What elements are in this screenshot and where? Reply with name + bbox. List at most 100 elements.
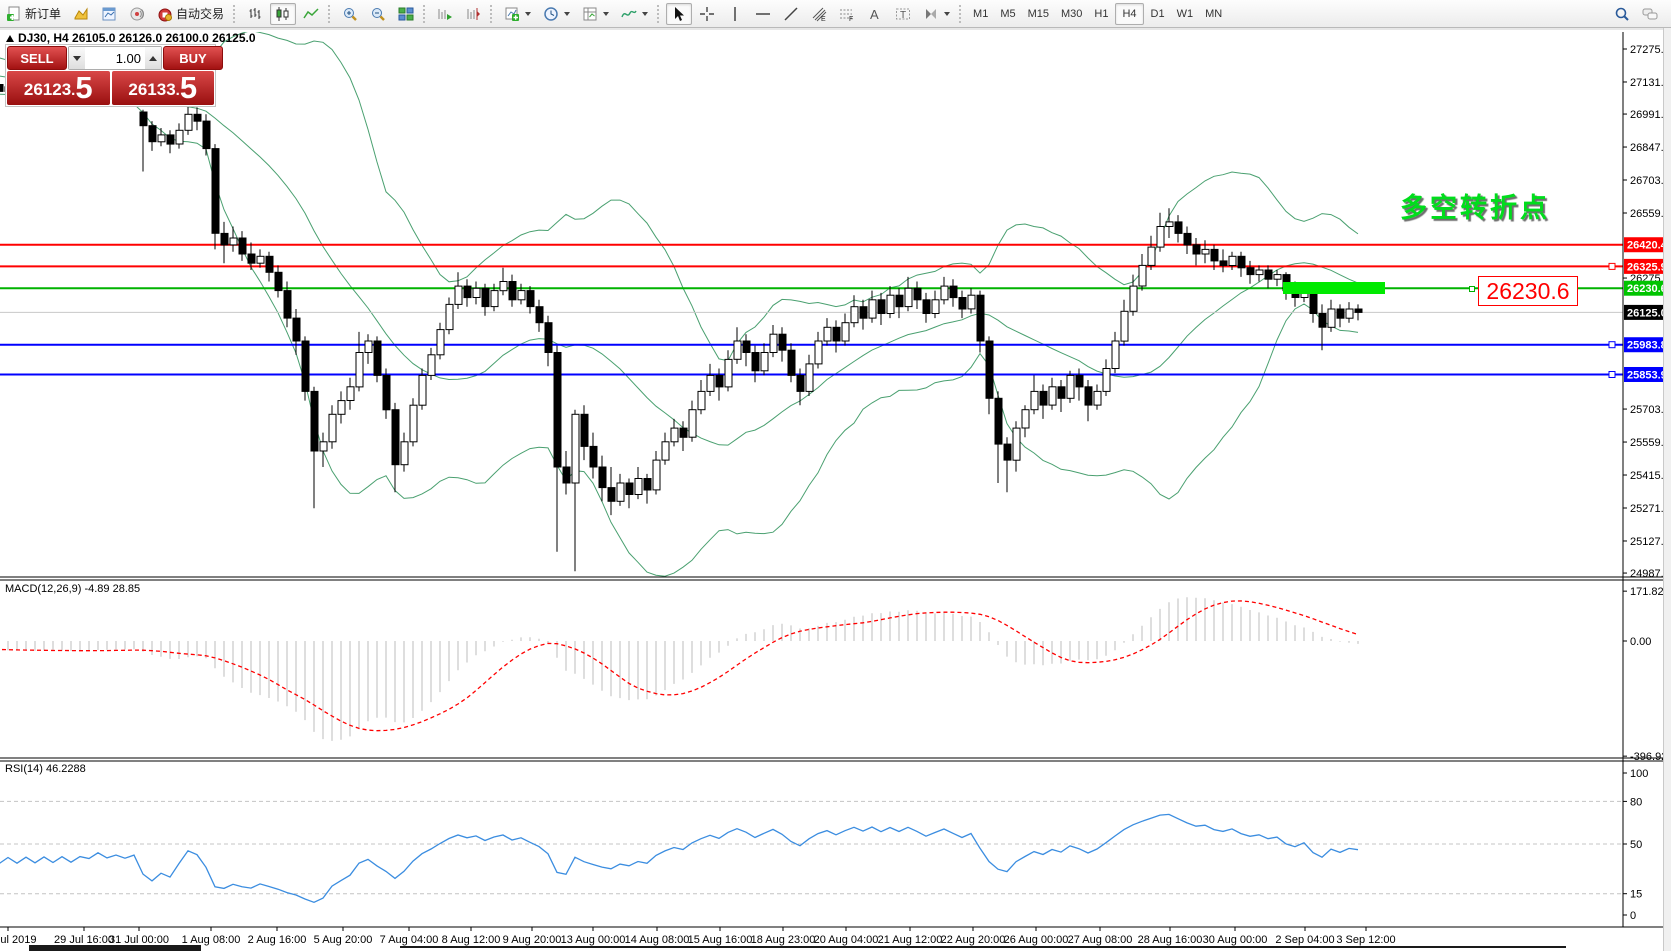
symbol-info: DJ30, H4 26105.0 26126.0 26100.0 26125.0 bbox=[6, 31, 256, 45]
channel-icon: F bbox=[839, 6, 855, 22]
bottom-window-edge bbox=[29, 945, 201, 951]
price-callout-box[interactable]: 26230.6 bbox=[1478, 276, 1578, 306]
svg-text:25853.9: 25853.9 bbox=[1627, 369, 1667, 381]
timeframe-mn[interactable]: MN bbox=[1199, 5, 1228, 23]
timeframe-h1[interactable]: H1 bbox=[1088, 5, 1114, 23]
volume-input[interactable] bbox=[85, 47, 145, 69]
cursor-tool-button[interactable] bbox=[666, 3, 692, 25]
candlesticks bbox=[0, 83, 1362, 572]
tile-windows-icon bbox=[398, 6, 414, 22]
chart-canvas[interactable]: 27275.027131.026991.026847.026703.026559… bbox=[0, 28, 1671, 951]
timeframe-h4[interactable]: H4 bbox=[1115, 3, 1143, 25]
svg-text:0.00: 0.00 bbox=[1630, 636, 1651, 648]
timeframe-m15[interactable]: M15 bbox=[1022, 5, 1055, 23]
svg-text:171.82: 171.82 bbox=[1630, 586, 1664, 598]
profiles-icon bbox=[73, 6, 89, 22]
indicators-button[interactable] bbox=[616, 3, 653, 25]
toolbar-separator bbox=[490, 5, 495, 23]
one-click-trading-panel: SELL BUY 26123.5 26133.5 bbox=[5, 44, 216, 107]
new-order-icon bbox=[6, 6, 22, 22]
buy-button[interactable]: BUY bbox=[163, 46, 223, 70]
volume-increase-button[interactable] bbox=[145, 47, 161, 69]
search-button[interactable] bbox=[1609, 3, 1635, 25]
label-tool-button[interactable]: T bbox=[890, 3, 916, 25]
sell-price-frac: 5 bbox=[75, 73, 92, 103]
level-lines bbox=[0, 245, 1623, 378]
bar-chart-button[interactable] bbox=[242, 3, 268, 25]
svg-text:22 Aug 20:00: 22 Aug 20:00 bbox=[941, 934, 1006, 946]
triangle-down-icon bbox=[73, 56, 81, 61]
sell-price[interactable]: 26123.5 bbox=[7, 71, 110, 105]
bollinger-bands bbox=[0, 31, 1358, 577]
svg-text:30 Aug 00:00: 30 Aug 00:00 bbox=[1203, 934, 1268, 946]
svg-text:26 Aug 00:00: 26 Aug 00:00 bbox=[1004, 934, 1069, 946]
auto-scroll-button[interactable] bbox=[432, 3, 458, 25]
zoom-in-button[interactable] bbox=[337, 3, 363, 25]
channel-tool-button[interactable]: F bbox=[834, 3, 860, 25]
line-chart-button[interactable] bbox=[298, 3, 324, 25]
timeframe-m5[interactable]: M5 bbox=[994, 5, 1021, 23]
svg-text:T: T bbox=[900, 10, 906, 21]
arrows-caret-icon bbox=[944, 12, 950, 16]
svg-text:25983.8: 25983.8 bbox=[1627, 340, 1667, 352]
autotrading-label: 自动交易 bbox=[176, 5, 224, 22]
new-order-label: 新订单 bbox=[25, 5, 61, 22]
market-watch-icon bbox=[101, 6, 117, 22]
highlight-rectangle[interactable] bbox=[1283, 282, 1385, 294]
text-tool-button[interactable]: A bbox=[862, 3, 888, 25]
buy-price[interactable]: 26133.5 bbox=[112, 71, 215, 105]
arrows-tool-button[interactable] bbox=[918, 3, 955, 25]
macd-pane bbox=[0, 597, 1358, 741]
fibo-tool-button[interactable]: E bbox=[806, 3, 832, 25]
autotrading-icon bbox=[157, 6, 173, 22]
new-order-button[interactable]: 新订单 bbox=[1, 3, 66, 25]
toolbar-separator bbox=[328, 5, 333, 23]
timeframe-m30[interactable]: M30 bbox=[1055, 5, 1088, 23]
svg-text:26230.6: 26230.6 bbox=[1627, 283, 1667, 295]
templates-icon bbox=[582, 6, 598, 22]
timeframe-d1[interactable]: D1 bbox=[1145, 5, 1171, 23]
tile-windows-button[interactable] bbox=[393, 3, 419, 25]
hline-tool-button[interactable] bbox=[750, 3, 776, 25]
candle-chart-icon bbox=[275, 6, 291, 22]
trendline-tool-button[interactable] bbox=[778, 3, 804, 25]
callout-anchor-square bbox=[1469, 286, 1475, 292]
rsi-label: RSI(14) 46.2288 bbox=[5, 763, 86, 775]
vline-tool-button[interactable] bbox=[722, 3, 748, 25]
horizontal-line-icon bbox=[755, 6, 771, 22]
profiles-button[interactable] bbox=[68, 3, 94, 25]
autotrading-button[interactable]: 自动交易 bbox=[152, 3, 229, 25]
svg-text:27 Aug 08:00: 27 Aug 08:00 bbox=[1068, 934, 1133, 946]
turning-point-annotation[interactable]: 多空转折点 bbox=[1400, 186, 1550, 225]
crosshair-tool-button[interactable] bbox=[694, 3, 720, 25]
candle-chart-button[interactable] bbox=[270, 3, 296, 25]
sell-button[interactable]: SELL bbox=[7, 46, 67, 70]
svg-text:13 Aug 00:00: 13 Aug 00:00 bbox=[561, 934, 626, 946]
macd-label: MACD(12,26,9) -4.89 28.85 bbox=[5, 583, 140, 595]
svg-text:50: 50 bbox=[1630, 839, 1642, 851]
timeframe-m1[interactable]: M1 bbox=[967, 5, 994, 23]
svg-text:80: 80 bbox=[1630, 796, 1642, 808]
svg-text:3 Sep 12:00: 3 Sep 12:00 bbox=[1336, 934, 1395, 946]
fibonacci-icon: E bbox=[811, 6, 827, 22]
zoom-out-button[interactable] bbox=[365, 3, 391, 25]
pane-separators[interactable] bbox=[0, 29, 1663, 927]
new-chart-button[interactable] bbox=[499, 3, 536, 25]
buy-price-main: 26133 bbox=[128, 77, 175, 103]
periods-button[interactable] bbox=[538, 3, 575, 25]
svg-text:2 Aug 16:00: 2 Aug 16:00 bbox=[248, 934, 307, 946]
volume-decrease-button[interactable] bbox=[69, 47, 85, 69]
svg-text:28 Aug 16:00: 28 Aug 16:00 bbox=[1138, 934, 1203, 946]
market-watch-button[interactable] bbox=[96, 3, 122, 25]
signals-icon bbox=[129, 6, 145, 22]
signals-button[interactable] bbox=[124, 3, 150, 25]
chat-button[interactable] bbox=[1637, 3, 1663, 25]
svg-text:8 Aug 12:00: 8 Aug 12:00 bbox=[442, 934, 501, 946]
vertical-line-icon bbox=[727, 6, 743, 22]
chart-shift-button[interactable] bbox=[460, 3, 486, 25]
timeframe-w1[interactable]: W1 bbox=[1171, 5, 1200, 23]
toolbar-separator bbox=[423, 5, 428, 23]
new-chart-caret-icon bbox=[525, 12, 531, 16]
templates-button[interactable] bbox=[577, 3, 614, 25]
zoom-in-icon bbox=[342, 6, 358, 22]
